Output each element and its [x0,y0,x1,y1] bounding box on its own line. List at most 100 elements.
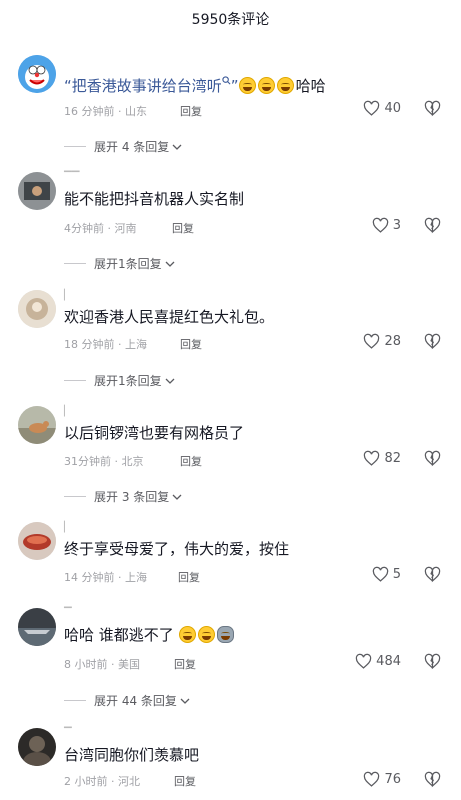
like-button[interactable]: 484 [355,653,401,670]
comment-text: 欢迎香港人民喜提红色大礼包。 [64,308,275,326]
comment-time: 2 小时前 [64,775,108,788]
expand-replies-button[interactable]: 展开 44 条回复 [64,692,190,709]
like-button[interactable]: 40 [363,100,401,117]
cat-emoji-icon [216,626,234,643]
search-small-icon [222,76,231,85]
heart-outline-icon [355,653,372,669]
like-count: 3 [392,218,401,233]
broken-heart-icon[interactable] [424,100,441,117]
comment-text: 终于享受母爱了，伟大的爱，按住 [64,540,290,558]
expand-replies-button[interactable]: 展开1条回复 [64,372,175,389]
reply-button[interactable]: 回复 [180,453,202,469]
divider [64,263,86,264]
comment-text: 以后铜锣湾也要有网格员了 [64,424,245,442]
avatar[interactable] [18,728,56,766]
comment-meta: 4分钟前 · 河南 [64,222,137,235]
expand-replies-label: 展开 4 条回复 [94,140,170,154]
comment-text-body: 哈哈 谁都逃不了 [64,626,174,644]
expand-replies-button[interactable]: 展开1条回复 [64,255,175,272]
avatar[interactable] [18,172,56,210]
heart-outline-icon [364,333,380,349]
chevron-down-icon [180,698,190,704]
chevron-down-icon [172,494,182,500]
comment-text-suffix: 哈哈 [295,77,326,95]
expand-replies-label: 展开 3 条回复 [94,490,170,504]
comment-location: 上海 [125,338,147,351]
like-count: 5 [392,567,401,582]
chevron-down-icon [165,378,175,384]
laughing-emoji-icon [276,77,294,94]
chevron-down-icon [172,144,182,150]
laughing-emoji-icon [238,77,256,94]
expand-replies-button[interactable]: 展开 3 条回复 [64,488,182,505]
reply-button[interactable]: 回复 [174,773,196,789]
comment-text: 能不能把抖音机器人实名制 [64,190,245,208]
divider [64,146,86,147]
comment-location: 山东 [125,105,147,118]
comment-meta: 8 小时前 · 美国 [64,658,140,671]
username-redacted: ▏ [64,406,72,417]
comment-location: 美国 [118,658,140,671]
username-redacted: ▔ [64,728,72,739]
username-redacted: ▏ [64,522,72,533]
comment-text: 哈哈 谁都逃不了 [64,624,236,646]
divider [64,380,86,381]
like-button[interactable]: 76 [363,771,401,788]
comment-location: 河北 [118,775,140,788]
comment-time: 8 小时前 [64,658,108,671]
avatar[interactable] [18,608,56,646]
grinning-emoji-icon [197,626,215,643]
like-button[interactable]: 5 [372,566,401,583]
username-redacted: ▔▔ [64,172,80,183]
chevron-down-icon [165,261,175,267]
comment-location: 北京 [121,455,144,468]
heart-outline-icon [364,450,380,466]
expand-replies-label: 展开1条回复 [94,257,162,271]
username-redacted: ▔ [64,608,72,619]
divider [64,496,86,497]
heart-outline-icon [372,217,388,233]
comment-location: 河南 [114,222,137,235]
reply-button[interactable]: 回复 [180,103,202,119]
like-count: 82 [384,451,401,466]
comment-time: 4分钟前 [64,222,104,235]
broken-heart-icon[interactable] [424,771,441,788]
heart-outline-icon [364,100,380,116]
expand-replies-button[interactable]: 展开 4 条回复 [64,138,182,155]
grinning-emoji-icon [178,626,196,643]
comment-time: 16 分钟前 [64,105,115,118]
comment-time: 18 分钟前 [64,338,115,351]
avatar[interactable] [18,55,56,93]
like-button[interactable]: 28 [363,333,401,350]
username-redacted: ▏ [64,290,72,301]
like-button[interactable]: 3 [372,217,401,234]
expand-replies-label: 展开1条回复 [94,374,162,388]
quote-mark: ” [230,77,239,95]
comment-meta: 2 小时前 · 河北 [64,775,140,788]
comment-meta: 18 分钟前 · 上海 [64,338,147,351]
comment-location: 上海 [125,571,147,584]
comments-count-title: 5950条评论 [191,12,270,28]
comment-meta: 16 分钟前 · 山东 [64,105,147,118]
avatar[interactable] [18,406,56,444]
comment-time: 14 分钟前 [64,571,115,584]
like-button[interactable]: 82 [363,450,401,467]
comment-text: “把香港故事讲给台湾听 ” 哈哈 [64,75,326,97]
broken-heart-icon[interactable] [424,653,441,670]
avatar[interactable] [18,522,56,560]
avatar[interactable] [18,290,56,328]
comment-text: 台湾同胞你们羡慕吧 [64,746,200,764]
broken-heart-icon[interactable] [424,217,441,234]
reply-button[interactable]: 回复 [174,656,196,672]
comment-time: 31分钟前 [64,455,111,468]
broken-heart-icon[interactable] [424,333,441,350]
comment-meta: 31分钟前 · 北京 [64,455,144,468]
reply-button[interactable]: 回复 [180,336,202,352]
expand-replies-label: 展开 44 条回复 [94,694,177,708]
heart-outline-icon [364,771,380,787]
broken-heart-icon[interactable] [424,450,441,467]
reply-button[interactable]: 回复 [172,220,194,236]
broken-heart-icon[interactable] [424,566,441,583]
reply-button[interactable]: 回复 [178,569,200,585]
search-keyword-link[interactable]: “把香港故事讲给台湾听 [64,77,222,95]
